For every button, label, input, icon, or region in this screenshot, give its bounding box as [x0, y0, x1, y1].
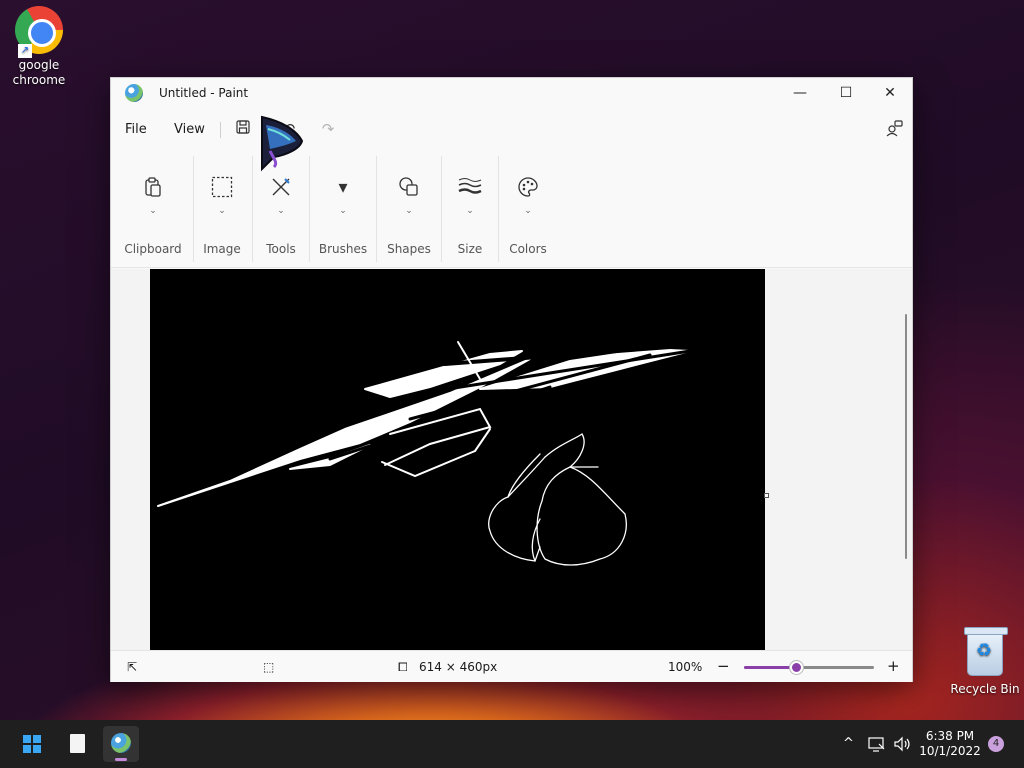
- canvas-drawing: [157, 341, 692, 566]
- file-menu[interactable]: File: [125, 122, 147, 137]
- menu-separator: [220, 122, 221, 138]
- ribbon-group-colors[interactable]: ⌄ Colors: [502, 150, 554, 268]
- cursor-icon: [256, 115, 306, 173]
- save-icon[interactable]: [233, 119, 253, 139]
- chevron-down-icon[interactable]: ⌄: [405, 206, 413, 216]
- start-button[interactable]: [14, 726, 50, 762]
- ribbon-separator: [193, 156, 194, 262]
- desktop-icon-chrome[interactable]: ↗ google chroome: [4, 6, 74, 88]
- account-icon[interactable]: [884, 119, 904, 139]
- zoom-slider[interactable]: [744, 661, 874, 674]
- recycle-bin-icon: ♻: [964, 627, 1008, 676]
- menu-bar: File View ↶ ↷: [111, 110, 912, 148]
- clock-time: 6:38 PM: [925, 729, 975, 743]
- ribbon-separator: [376, 156, 377, 262]
- ribbon-separator: [498, 156, 499, 262]
- chevron-down-icon[interactable]: ⌄: [218, 206, 226, 216]
- ribbon: ⌄ Clipboard ⌄ Image ⌄ Tools ▾ ⌄ Brushes: [111, 150, 912, 268]
- ribbon-separator: [252, 156, 253, 262]
- canvas-dimensions: 614 × 460px: [419, 660, 498, 674]
- zoom-out-button[interactable]: −: [717, 657, 730, 675]
- shapes-icon: [397, 176, 421, 200]
- taskbar-paint[interactable]: [103, 726, 139, 762]
- selection-icon: ⬚: [263, 660, 275, 674]
- paint-app-icon: [125, 84, 143, 102]
- clock[interactable]: 6:38 PM 10/1/2022: [915, 729, 985, 759]
- palette-icon: [516, 176, 540, 200]
- ribbon-group-size[interactable]: ⌄ Size: [445, 150, 495, 268]
- view-menu[interactable]: View: [174, 122, 205, 137]
- ribbon-group-image[interactable]: ⌄ Image: [197, 150, 247, 268]
- taskbar: ^ 6:38 PM 10/1/2022 4: [0, 720, 1024, 768]
- chevron-down-icon[interactable]: ⌄: [466, 206, 474, 216]
- network-icon[interactable]: [868, 736, 886, 756]
- desktop-icon-label: Recycle Bin: [950, 682, 1020, 696]
- ribbon-group-label: Size: [457, 242, 483, 256]
- ribbon-group-brushes[interactable]: ▾ ⌄ Brushes: [313, 150, 373, 268]
- ribbon-group-label: Clipboard: [124, 242, 182, 256]
- zoom-in-button[interactable]: +: [887, 657, 900, 675]
- ribbon-separator: [309, 156, 310, 262]
- taskbar-file-explorer[interactable]: [59, 726, 95, 762]
- status-bar: ⇱ ⬚ ⧠ 614 × 460px 100% − +: [111, 650, 912, 682]
- maximize-button[interactable]: ☐: [823, 78, 869, 108]
- shortcut-arrow-icon: ↗: [18, 44, 32, 58]
- paint-app-icon: [111, 733, 131, 753]
- window-title: Untitled - Paint: [159, 86, 249, 100]
- desktop-icon-recycle-bin[interactable]: ♻ Recycle Bin: [950, 627, 1020, 697]
- pencil-icon: [269, 176, 293, 200]
- ribbon-group-clipboard[interactable]: ⌄ Clipboard: [119, 150, 187, 268]
- vertical-scrollbar[interactable]: [905, 314, 907, 559]
- ribbon-group-label: Tools: [266, 242, 296, 256]
- canvas-size-icon: ⧠: [398, 660, 408, 674]
- zoom-slider-fill: [744, 666, 796, 669]
- zoom-level: 100%: [668, 660, 703, 674]
- clipboard-icon: [141, 176, 165, 200]
- chevron-down-icon[interactable]: ⌄: [277, 206, 285, 216]
- ribbon-group-shapes[interactable]: ⌄ Shapes: [380, 150, 438, 268]
- active-indicator: [115, 758, 127, 761]
- size-icon: [458, 176, 482, 200]
- chevron-up-icon[interactable]: ^: [843, 736, 854, 751]
- ribbon-separator: [441, 156, 442, 262]
- desktop-icon-label: google chroome: [12, 58, 66, 87]
- volume-icon[interactable]: [893, 736, 911, 756]
- paint-window: Untitled - Paint — ☐ ✕ File View ↶ ↷ ⌄ C…: [110, 77, 913, 682]
- redo-icon[interactable]: ↷: [318, 119, 338, 139]
- close-button[interactable]: ✕: [867, 78, 913, 108]
- windows-icon: [23, 735, 41, 753]
- file-icon: [70, 734, 85, 753]
- chevron-down-icon[interactable]: ⌄: [149, 206, 157, 216]
- ribbon-group-label: Colors: [509, 242, 547, 256]
- zoom-slider-thumb[interactable]: [790, 661, 803, 674]
- ribbon-group-label: Image: [203, 242, 241, 256]
- chevron-down-icon[interactable]: ⌄: [524, 206, 532, 216]
- chevron-down-icon[interactable]: ⌄: [339, 206, 347, 216]
- notification-badge[interactable]: 4: [988, 736, 1004, 752]
- select-icon: [210, 176, 234, 200]
- title-bar[interactable]: Untitled - Paint — ☐ ✕: [111, 78, 912, 108]
- canvas-resize-handle[interactable]: [764, 493, 769, 498]
- brush-icon: ▾: [338, 177, 348, 198]
- ribbon-group-label: Brushes: [318, 242, 368, 256]
- minimize-button[interactable]: —: [777, 78, 823, 108]
- drawing-canvas[interactable]: [150, 269, 765, 650]
- ribbon-group-label: Shapes: [387, 242, 431, 256]
- canvas-area: [111, 269, 912, 650]
- pointer-icon: ⇱: [127, 660, 138, 674]
- clock-date: 10/1/2022: [919, 744, 981, 758]
